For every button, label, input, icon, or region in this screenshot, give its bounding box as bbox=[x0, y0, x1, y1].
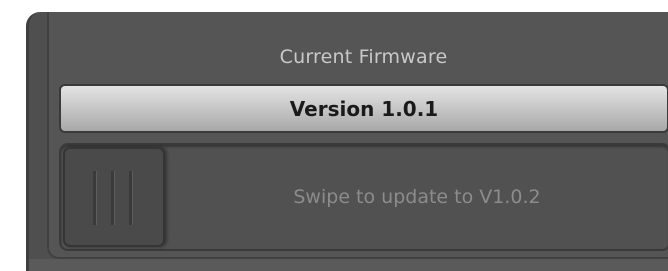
swipe-to-update-slider[interactable]: Swipe to update to V1.0.2 bbox=[59, 143, 668, 251]
firmware-screen: Current Firmware Version 1.0.1 Swipe to … bbox=[26, 12, 668, 271]
current-firmware-label: Current Firmware bbox=[279, 46, 448, 68]
panel-bottom-edge bbox=[29, 259, 668, 271]
swipe-to-update-label: Swipe to update to V1.0.2 bbox=[293, 186, 541, 208]
firmware-version-display: Version 1.0.1 bbox=[59, 84, 668, 133]
swipe-handle[interactable] bbox=[63, 147, 165, 247]
